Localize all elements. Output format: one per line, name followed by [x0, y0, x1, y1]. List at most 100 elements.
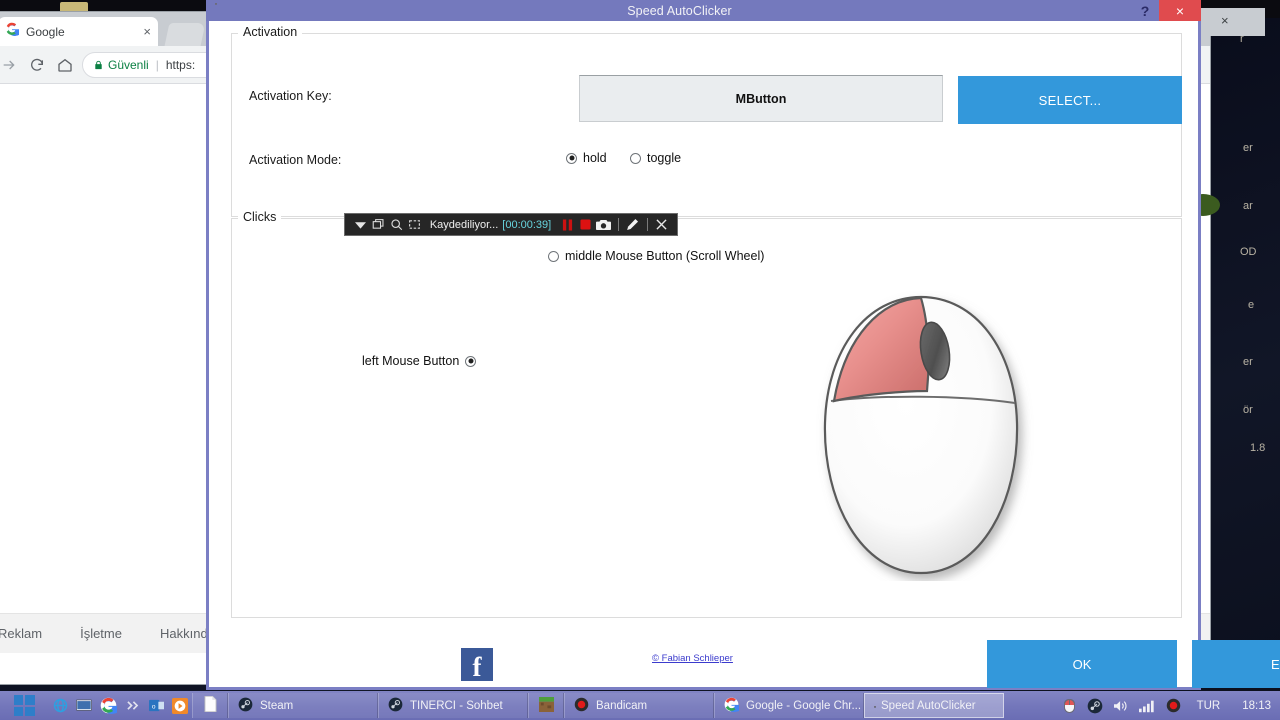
bandicam-icon: [574, 697, 589, 715]
activation-mode-label: Activation Mode:: [249, 153, 341, 167]
steam-icon: [238, 697, 253, 715]
activation-key-field[interactable]: MButton: [579, 75, 943, 122]
facebook-letter: f: [473, 655, 482, 681]
arrow-right-icon[interactable]: [0, 54, 20, 76]
taskbar-item[interactable]: [192, 693, 228, 718]
mouse-illustration[interactable]: [809, 291, 1034, 581]
language-indicator[interactable]: TUR: [1197, 700, 1221, 712]
steam-chat-icon: [388, 697, 403, 715]
radio-icon[interactable]: [566, 153, 577, 164]
taskbar-item-google-chrome[interactable]: Google - Google Chr...: [714, 693, 864, 718]
chevron-down-icon[interactable]: [351, 215, 369, 235]
bandicam-icon[interactable]: [1165, 697, 1182, 714]
taskbar-item-bandicam[interactable]: Bandicam: [564, 693, 714, 718]
crop-region-icon[interactable]: [406, 215, 424, 235]
network-icon[interactable]: [1139, 697, 1156, 714]
activation-group-label: Activation: [238, 25, 302, 39]
lock-icon: Güvenli: [93, 58, 149, 72]
taskbar-item-minecraft[interactable]: [528, 693, 564, 718]
chrome-icon: [724, 697, 739, 715]
desktop-text: 1.8: [1250, 442, 1265, 454]
minecraft-icon: [539, 697, 554, 715]
magnifier-icon[interactable]: [387, 215, 405, 235]
outlook-icon[interactable]: o: [144, 691, 168, 720]
desktop-text: er: [1243, 356, 1253, 368]
window-target-icon[interactable]: [369, 215, 387, 235]
document-icon: [204, 696, 217, 715]
close-icon[interactable]: ×: [1221, 13, 1229, 28]
internet-explorer-icon[interactable]: [48, 691, 72, 720]
desktop-text: ar: [1243, 200, 1253, 212]
pencil-icon[interactable]: [624, 215, 642, 235]
radio-icon[interactable]: [630, 153, 641, 164]
windows-start-icon[interactable]: [0, 691, 48, 720]
volume-icon[interactable]: [1113, 697, 1130, 714]
background-window-titlebar[interactable]: ×: [1195, 8, 1265, 36]
desktop-text: ör: [1243, 404, 1253, 416]
record-icon[interactable]: [576, 215, 594, 235]
desktop-text: er: [1243, 142, 1253, 154]
clicks-group-label: Clicks: [238, 210, 281, 224]
taskbar-item-label: Google - Google Chr...: [746, 700, 861, 712]
radio-label: toggle: [647, 151, 681, 165]
omnibox-separator: |: [156, 58, 159, 72]
chevron-double-right-icon[interactable]: [120, 691, 144, 720]
click-option-middle[interactable]: middle Mouse Button (Scroll Wheel): [548, 249, 764, 263]
mouse-icon: [215, 3, 228, 18]
taskbar-item-speed-autoclicker[interactable]: Speed AutoClicker: [864, 693, 1004, 718]
ok-button[interactable]: OK: [987, 640, 1177, 688]
activation-mode-hold[interactable]: hold: [566, 151, 607, 165]
reload-icon[interactable]: [26, 54, 48, 76]
speed-autoclicker-window[interactable]: Speed AutoClicker ? × Activation Activat…: [206, 0, 1201, 690]
clock[interactable]: 18:13: [1242, 700, 1271, 712]
system-tray[interactable]: TUR 18:13: [1061, 697, 1280, 714]
new-tab-button[interactable]: [165, 23, 206, 46]
facebook-icon[interactable]: f: [461, 648, 493, 681]
activation-group: Activation Activation Key: MButton SELEC…: [231, 33, 1182, 217]
url-text: https:: [166, 58, 195, 72]
toolbar-separator: [618, 218, 619, 231]
radio-label: hold: [583, 151, 607, 165]
recording-status: Kaydediliyor...: [430, 219, 498, 231]
radio-icon[interactable]: [465, 356, 476, 367]
bandicam-recording-toolbar[interactable]: Kaydediliyor... [00:00:39]: [344, 213, 678, 236]
taskbar-item-label: Speed AutoClicker: [881, 700, 976, 712]
media-player-icon[interactable]: [168, 691, 192, 720]
home-icon[interactable]: [54, 54, 76, 76]
close-icon[interactable]: [653, 215, 671, 235]
taskbar-item-steam[interactable]: Steam: [228, 693, 378, 718]
browser-tab-google[interactable]: Google ×: [0, 17, 158, 46]
footer-link-reklam[interactable]: Reklam: [0, 626, 42, 641]
radio-icon[interactable]: [548, 251, 559, 262]
help-button[interactable]: ?: [1131, 3, 1159, 19]
taskbar-item-tinerci-sohbet[interactable]: TINERCI - Sohbet: [378, 693, 528, 718]
mouse-icon[interactable]: [1061, 697, 1078, 714]
window-title: Speed AutoClicker: [228, 4, 1131, 18]
select-key-button[interactable]: SELECT...: [958, 76, 1182, 124]
activation-mode-toggle[interactable]: toggle: [630, 151, 681, 165]
exit-button[interactable]: EXIT: [1192, 640, 1280, 688]
taskbar-item-label: TINERCI - Sohbet: [410, 700, 503, 712]
footer-link-isletme[interactable]: İşletme: [80, 626, 122, 641]
chrome-icon[interactable]: [96, 691, 120, 720]
pause-icon[interactable]: [558, 215, 576, 235]
radio-label: middle Mouse Button (Scroll Wheel): [565, 249, 764, 263]
recording-time: [00:00:39]: [502, 219, 551, 231]
desktop-text: OD: [1240, 246, 1257, 258]
close-button[interactable]: ×: [1159, 0, 1201, 21]
taskbar-item-label: Bandicam: [596, 700, 647, 712]
taskbar-item-label: Steam: [260, 700, 293, 712]
chrome-logo-icon: [5, 22, 19, 41]
activation-key-label: Activation Key:: [249, 89, 332, 103]
browser-tab-title: Google: [26, 25, 136, 39]
show-desktop-icon[interactable]: [72, 691, 96, 720]
credit-link[interactable]: © Fabian Schlieper: [652, 653, 733, 664]
toolbar-separator: [647, 218, 648, 231]
svg-text:o: o: [151, 703, 155, 710]
click-option-left[interactable]: left Mouse Button: [362, 354, 476, 368]
camera-icon[interactable]: [595, 215, 613, 235]
window-titlebar[interactable]: Speed AutoClicker ? ×: [206, 0, 1201, 21]
windows-taskbar[interactable]: o Steam TINERCI - Sohbet Bandicam: [0, 691, 1280, 720]
steam-icon[interactable]: [1087, 697, 1104, 714]
close-icon[interactable]: ×: [143, 25, 151, 38]
